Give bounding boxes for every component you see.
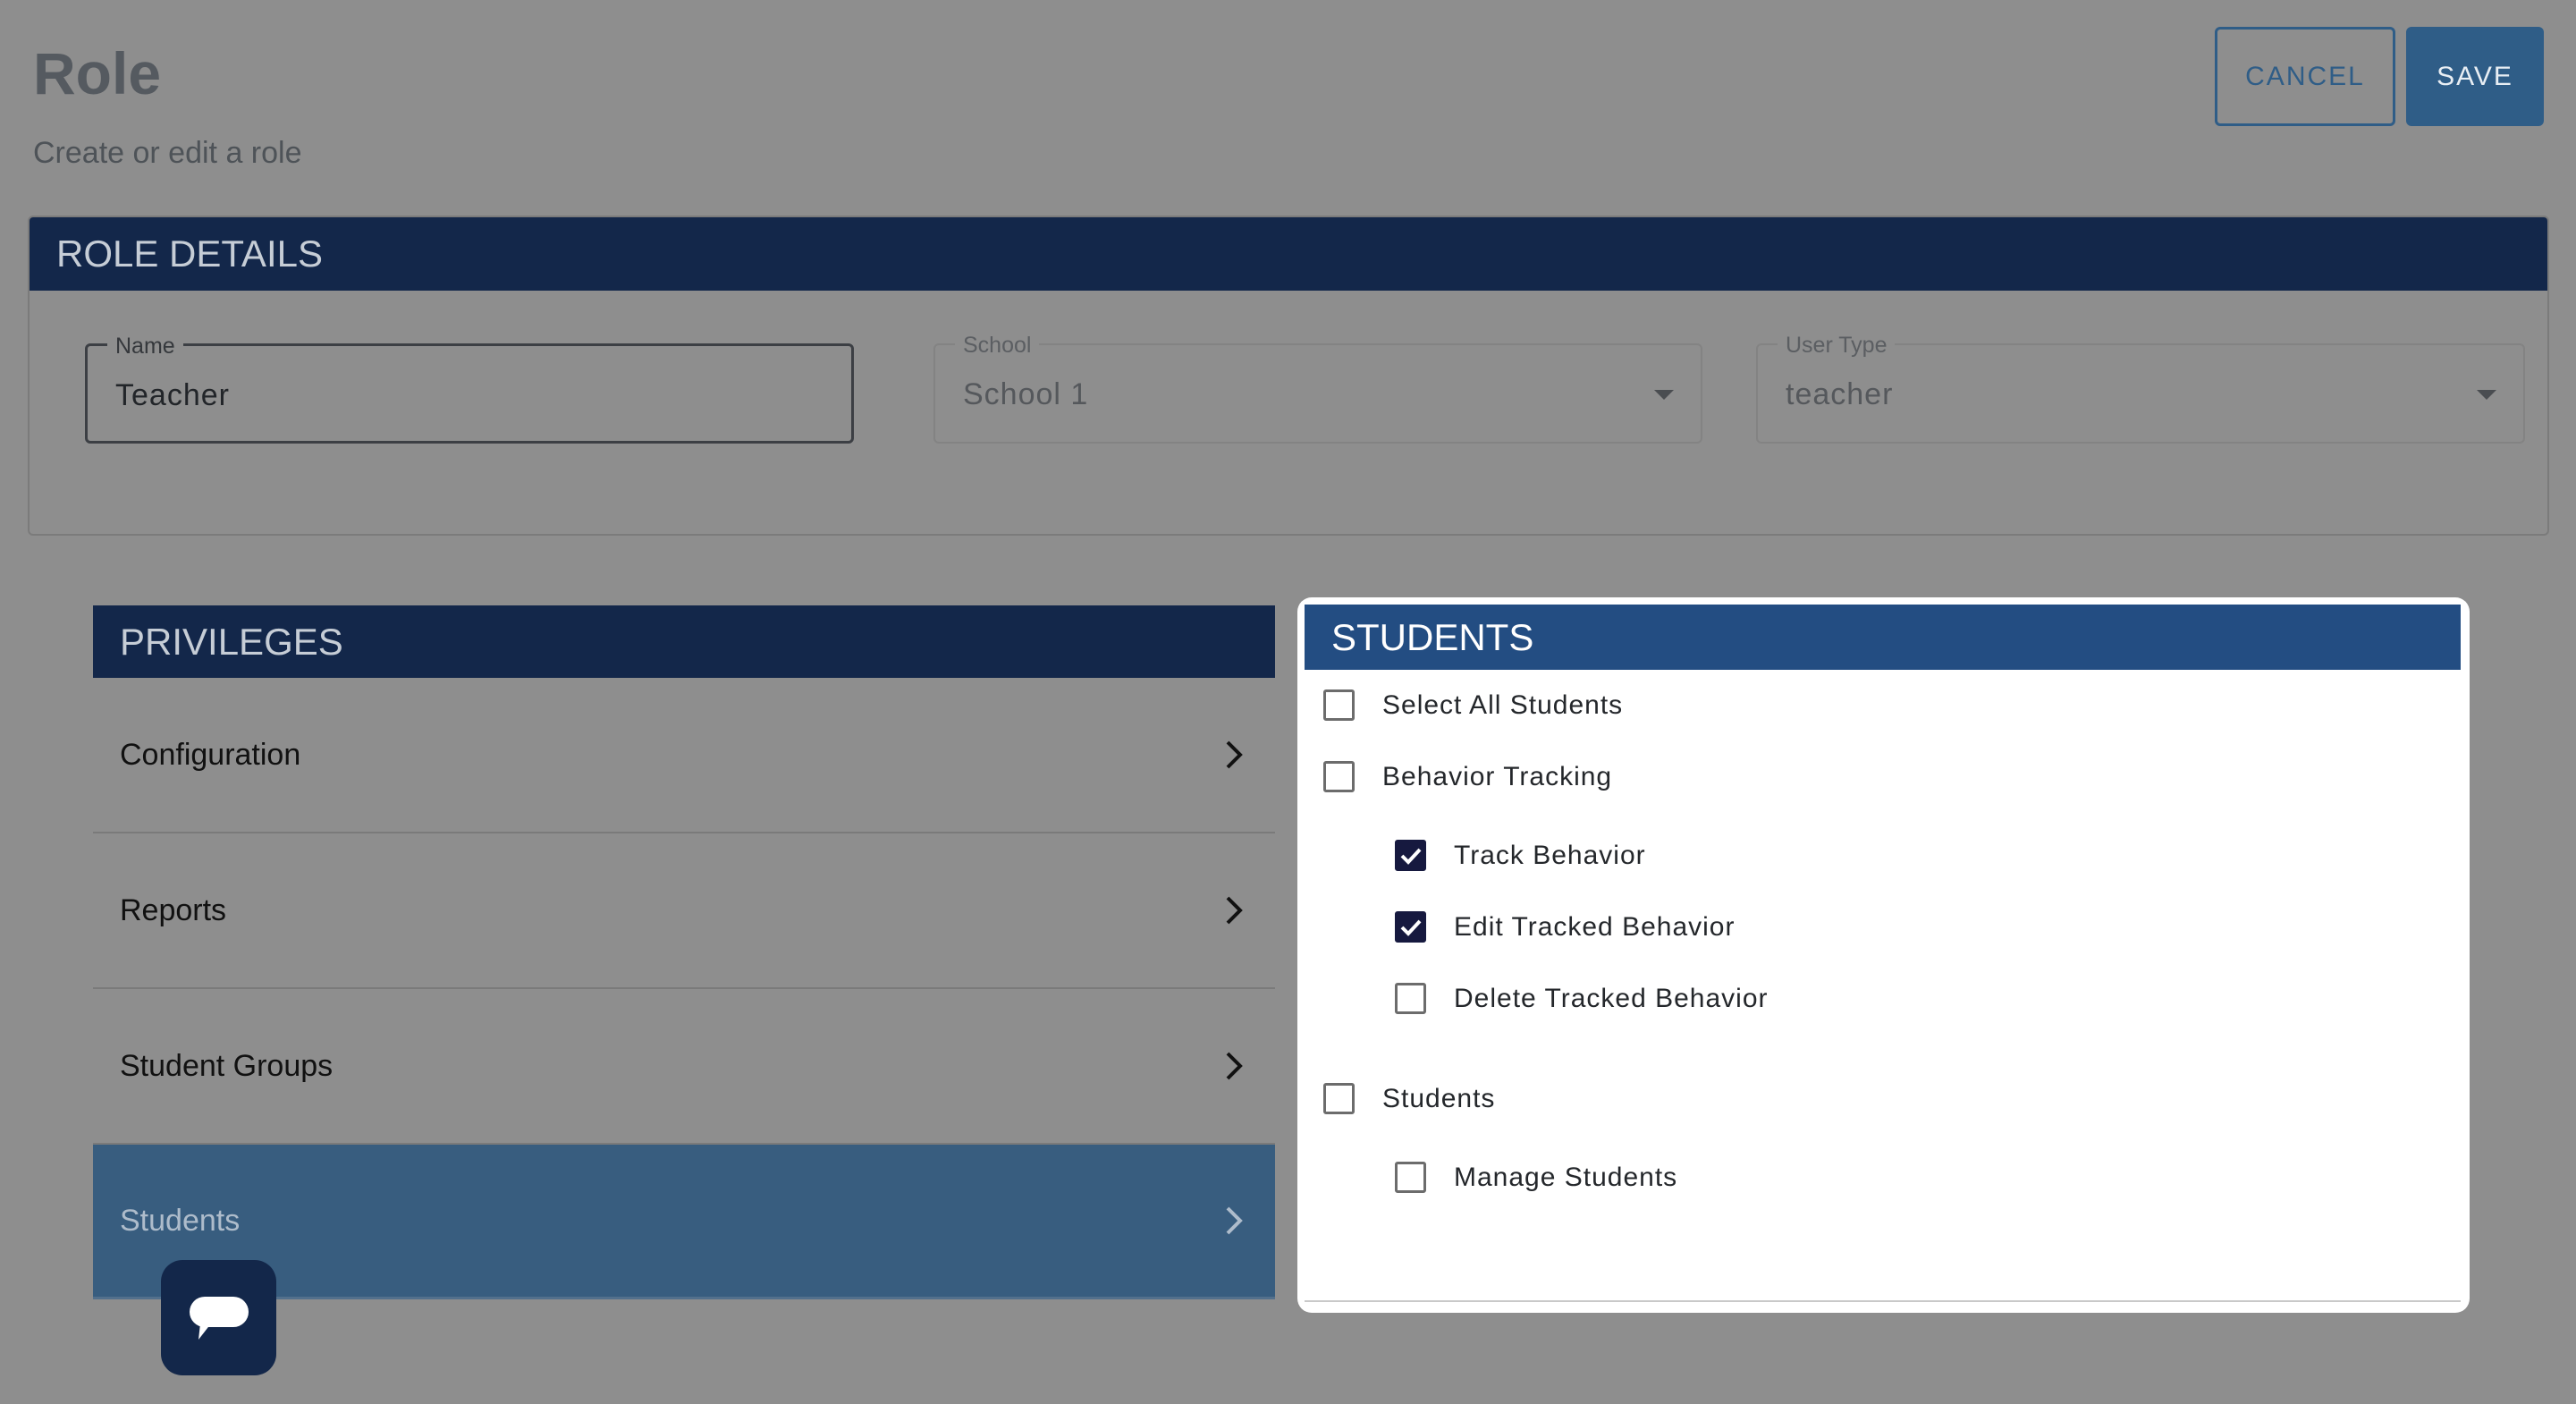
option-label: Manage Students xyxy=(1454,1162,1678,1192)
checkbox[interactable] xyxy=(1323,689,1355,721)
page-title: Role xyxy=(33,40,162,106)
option-behavior-tracking[interactable]: Behavior Tracking xyxy=(1323,761,1612,792)
option-select-all-students[interactable]: Select All Students xyxy=(1323,689,1623,721)
option-delete-tracked-behavior[interactable]: Delete Tracked Behavior xyxy=(1395,983,1769,1014)
role-details-card: ROLE DETAILS Name Teacher School School … xyxy=(28,216,2549,536)
checkbox[interactable] xyxy=(1395,1162,1426,1193)
privileges-header: PRIVILEGES xyxy=(93,605,1275,678)
option-label: Edit Tracked Behavior xyxy=(1454,911,1736,942)
checkbox[interactable] xyxy=(1323,1083,1355,1114)
option-label: Students xyxy=(1382,1083,1496,1113)
chat-button[interactable] xyxy=(161,1260,276,1375)
role-details-header: ROLE DETAILS xyxy=(30,217,2547,291)
privilege-item-label: Reports xyxy=(120,892,227,927)
students-privileges-panel: STUDENTS Select All Students Behavior Tr… xyxy=(1297,597,2470,1313)
caret-down-icon xyxy=(1654,390,1674,400)
user-type-select[interactable]: User Type teacher xyxy=(1756,333,2525,444)
checkbox[interactable] xyxy=(1395,983,1426,1014)
chevron-right-icon xyxy=(1220,896,1248,925)
option-manage-students[interactable]: Manage Students xyxy=(1395,1162,1677,1193)
option-students[interactable]: Students xyxy=(1323,1083,1495,1114)
option-edit-tracked-behavior[interactable]: Edit Tracked Behavior xyxy=(1395,911,1735,943)
students-panel-header: STUDENTS xyxy=(1305,605,2461,670)
school-select-value: School 1 xyxy=(963,377,1089,411)
chevron-right-icon xyxy=(1220,740,1248,769)
school-select[interactable]: School School 1 xyxy=(933,333,1702,444)
privilege-item-label: Students xyxy=(120,1203,241,1238)
name-field[interactable]: Name Teacher xyxy=(85,334,854,444)
privileges-card: PRIVILEGES Configuration Reports Student… xyxy=(93,605,1275,1299)
chevron-right-icon xyxy=(1220,1206,1248,1235)
option-label: Select All Students xyxy=(1382,689,1624,720)
students-panel-body: STUDENTS Select All Students Behavior Tr… xyxy=(1305,605,2461,1302)
chat-bubble-icon xyxy=(189,1296,249,1340)
role-editor-page: Role Create or edit a role CANCEL SAVE R… xyxy=(0,0,2576,1404)
option-track-behavior[interactable]: Track Behavior xyxy=(1395,840,1646,871)
privilege-item-configuration[interactable]: Configuration xyxy=(93,678,1275,833)
cancel-button[interactable]: CANCEL xyxy=(2215,27,2395,126)
school-select-label: School xyxy=(955,333,1040,359)
save-button[interactable]: SAVE xyxy=(2406,27,2544,126)
chevron-right-icon xyxy=(1220,1052,1248,1080)
checkbox-checked[interactable] xyxy=(1395,911,1426,943)
name-field-label: Name xyxy=(107,334,183,359)
page-subtitle: Create or edit a role xyxy=(33,136,302,170)
option-label: Delete Tracked Behavior xyxy=(1454,983,1769,1013)
checkbox-checked[interactable] xyxy=(1395,840,1426,871)
privilege-item-label: Student Groups xyxy=(120,1048,334,1083)
user-type-select-label: User Type xyxy=(1778,333,1896,359)
user-type-select-value: teacher xyxy=(1786,377,1894,411)
option-label: Track Behavior xyxy=(1454,840,1646,870)
name-field-value[interactable]: Teacher xyxy=(115,378,230,413)
privilege-item-student-groups[interactable]: Student Groups xyxy=(93,989,1275,1145)
checkbox[interactable] xyxy=(1323,761,1355,792)
privilege-item-label: Configuration xyxy=(120,737,301,772)
privilege-item-reports[interactable]: Reports xyxy=(93,833,1275,989)
caret-down-icon xyxy=(2477,390,2496,400)
check-icon xyxy=(1400,919,1421,936)
option-label: Behavior Tracking xyxy=(1382,761,1613,791)
check-icon xyxy=(1400,848,1421,865)
